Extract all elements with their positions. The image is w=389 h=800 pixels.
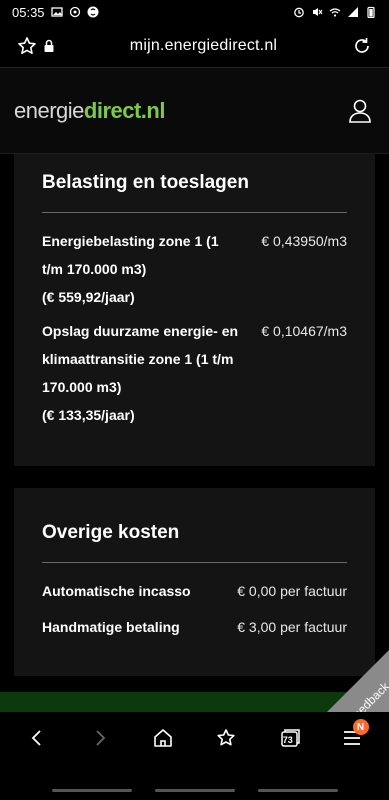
signal-icon xyxy=(348,7,358,17)
tax-title: Belasting en toeslagen xyxy=(42,172,249,193)
divider xyxy=(42,562,347,563)
tax-row: Opslag duurzame energie- en klimaattrans… xyxy=(42,317,347,429)
home-icon[interactable] xyxy=(148,723,178,753)
tax-row-value: € 0,10467/m3 xyxy=(261,323,347,339)
browser-bottom-nav: 73 N xyxy=(0,712,389,800)
alarm-icon xyxy=(294,7,304,18)
browser-url-bar: mijn.energiedirect.nl xyxy=(0,24,389,68)
tab-count: 73 xyxy=(282,735,293,745)
site-header: energiedirect.nl xyxy=(0,68,389,154)
tabs-icon[interactable]: 73 xyxy=(274,723,304,753)
other-costs-card: Overige kosten Automatische incasso € 0,… xyxy=(14,488,375,676)
tax-row-label: Opslag duurzame energie- en klimaattrans… xyxy=(42,323,239,395)
main-content: Belasting en toeslagen Energiebelasting … xyxy=(0,154,389,692)
other-costs-title: Overige kosten xyxy=(42,522,180,543)
tax-row-yearly: (€ 559,92/jaar) xyxy=(42,289,135,305)
shazam-icon xyxy=(87,6,99,18)
app-icon xyxy=(69,6,80,18)
bookmarks-icon[interactable] xyxy=(211,723,241,753)
tax-row-label: Energiebelasting zone 1 (1 t/m 170.000 m… xyxy=(42,233,219,277)
gesture-bar xyxy=(0,789,389,792)
tax-row-value: € 0,43950/m3 xyxy=(261,233,347,249)
tax-row: Energiebelasting zone 1 (1 t/m 170.000 m… xyxy=(42,227,347,311)
tax-card: Belasting en toeslagen Energiebelasting … xyxy=(14,154,375,466)
energiedirect-logo[interactable]: energiedirect.nl xyxy=(14,98,165,124)
back-icon[interactable] xyxy=(22,723,52,753)
cost-row-value: € 3,00 per factuur xyxy=(237,619,347,635)
battery-icon xyxy=(367,6,375,18)
reload-icon[interactable] xyxy=(349,33,375,59)
tax-row-yearly: (€ 133,35/jaar) xyxy=(42,407,135,423)
cost-row-label: Automatische incasso xyxy=(42,583,191,599)
status-time: 05:35 xyxy=(12,4,45,20)
menu-icon[interactable]: N xyxy=(337,719,369,753)
user-account-icon[interactable] xyxy=(345,96,375,126)
forward-icon[interactable] xyxy=(85,723,115,753)
lock-icon xyxy=(40,33,58,59)
divider xyxy=(42,212,347,213)
cost-row-label: Handmatige betaling xyxy=(42,619,180,635)
notification-badge: N xyxy=(352,719,369,735)
wifi-icon xyxy=(329,8,341,17)
cost-row-value: € 0,00 per factuur xyxy=(237,583,347,599)
cost-row: Handmatige betaling € 3,00 per factuur xyxy=(42,613,347,641)
bookmark-star-icon[interactable] xyxy=(14,33,40,59)
mute-icon xyxy=(313,8,323,16)
status-bar: 05:35 xyxy=(0,0,389,24)
cost-row: Automatische incasso € 0,00 per factuur xyxy=(42,577,347,605)
gallery-icon xyxy=(50,7,63,17)
url-text[interactable]: mijn.energiedirect.nl xyxy=(58,37,349,55)
